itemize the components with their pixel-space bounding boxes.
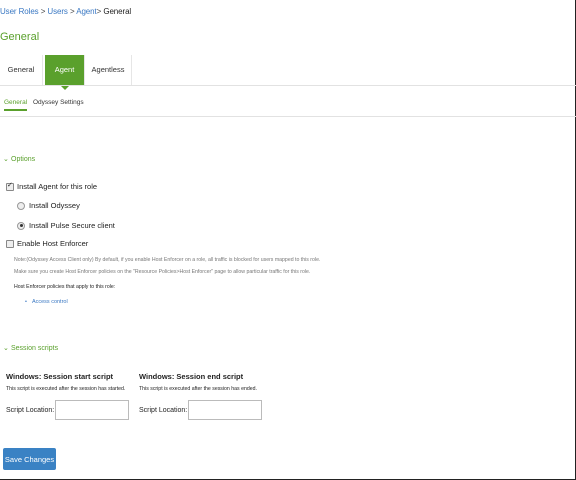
access-control-link[interactable]: Access control [32,299,68,305]
enable-host-enforcer-label: Enable Host Enforcer [17,239,89,248]
breadcrumb-current: General [103,7,132,16]
breadcrumb-separator: > [40,7,46,16]
enable-host-enforcer-checkbox[interactable] [6,239,14,248]
options-section-header[interactable]: ⌄ Options [3,155,35,163]
tab-agentless[interactable]: Agentless [84,55,132,85]
sub-tabs: General Odyssey Settings [0,96,576,116]
install-pulse-row: Install Pulse Secure client [17,221,115,230]
policy-list-item: • Access control [25,299,68,305]
main-tabs: General Agent Agentless [0,55,576,90]
breadcrumb-user-roles[interactable]: User Roles [0,7,39,16]
session-start-location-row: Script Location: [6,400,130,420]
session-scripts-header-label: Session scripts [11,345,59,352]
session-start-location-input[interactable] [55,400,130,420]
session-start-description: This script is executed after the sessio… [6,386,126,392]
session-end-script-group: Windows: Session end script This script … [139,372,263,420]
session-start-location-label: Script Location: [6,406,55,414]
chevron-down-icon: ⌄ [3,156,9,163]
tabs-divider [0,85,576,86]
install-pulse-radio[interactable] [17,221,25,230]
host-enforcer-note-2: Make sure you create Host Enforcer polic… [14,269,311,275]
enable-host-enforcer-row: Enable Host Enforcer [6,239,88,248]
bullet-icon: • [25,299,27,305]
session-end-description: This script is executed after the sessio… [139,386,257,392]
session-end-location-input[interactable] [188,400,263,420]
install-odyssey-row: Install Odyssey [17,201,80,210]
tab-agent[interactable]: Agent [45,55,84,90]
policies-label: Host Enforcer policies that apply to thi… [14,284,116,290]
options-header-label: Options [11,156,36,163]
save-changes-button[interactable]: Save Changes [3,448,56,470]
install-pulse-label: Install Pulse Secure client [29,221,115,230]
install-agent-label: Install Agent for this role [17,182,98,191]
page-title: General [0,31,40,43]
subtabs-divider [0,116,576,117]
breadcrumb-agent[interactable]: Agent [76,7,97,16]
install-odyssey-radio[interactable] [17,201,25,210]
session-scripts-section-header[interactable]: ⌄ Session scripts [3,344,58,352]
install-agent-checkbox[interactable] [6,181,14,191]
breadcrumb-separator: > [96,7,102,16]
session-start-script-group: Windows: Session start script This scrip… [6,372,130,420]
tab-general[interactable]: General [0,55,43,85]
subtab-general[interactable]: General [4,99,28,111]
host-enforcer-note: Note:(Odyssey Access Client only) By def… [14,257,321,263]
install-odyssey-label: Install Odyssey [29,201,80,210]
subtab-odyssey-settings[interactable]: Odyssey Settings [33,99,84,106]
breadcrumb: User Roles > Users > Agent> General [0,7,131,16]
session-end-location-row: Script Location: [139,400,263,420]
session-end-location-label: Script Location: [139,406,188,414]
session-start-title: Windows: Session start script [6,372,114,381]
install-agent-row: Install Agent for this role [6,181,98,191]
breadcrumb-separator: > [69,7,75,16]
breadcrumb-users[interactable]: Users [47,7,68,16]
chevron-down-icon: ⌄ [3,345,9,352]
session-end-title: Windows: Session end script [139,372,244,381]
